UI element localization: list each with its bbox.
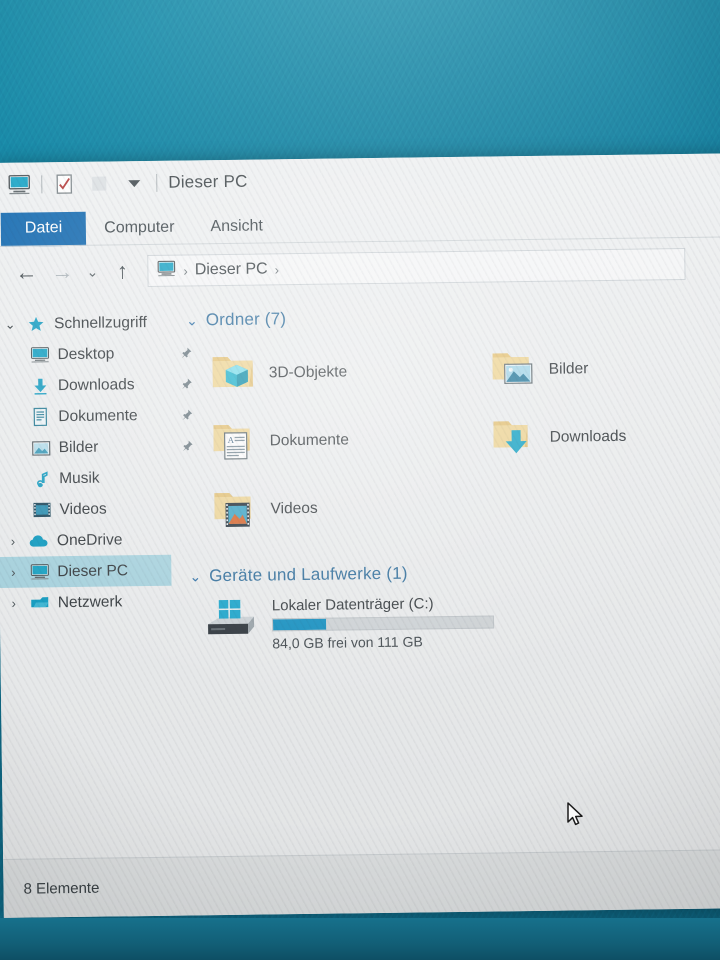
download-arrow-icon	[29, 376, 51, 396]
screen-bottom-edge	[0, 918, 720, 960]
toolbar-separator-2	[156, 173, 158, 192]
drive-usage-bar	[271, 615, 495, 632]
cloud-icon	[28, 531, 50, 551]
sidebar-item-onedrive[interactable]: › OneDrive	[0, 524, 171, 557]
properties-icon[interactable]	[51, 172, 77, 196]
folder-label: Dokumente	[269, 431, 350, 450]
sidebar-item-downloads[interactable]: Downloads	[0, 369, 192, 402]
sidebar-item-schnellzugriff[interactable]: ⌄ Schnellzugriff	[0, 307, 168, 340]
this-pc-icon[interactable]	[6, 173, 32, 197]
folder-pictures-icon	[488, 344, 539, 396]
sidebar-label: Schnellzugriff	[53, 313, 147, 332]
up-arrow-icon[interactable]: ↑	[105, 256, 139, 286]
status-item-count: 8 Elemente	[23, 879, 100, 898]
sidebar-item-netzwerk[interactable]: › Netzwerk	[0, 586, 172, 619]
breadcrumb[interactable]: › Dieser PC ›	[147, 247, 686, 287]
forward-arrow-icon: →	[51, 258, 74, 285]
chevron-right-icon[interactable]: ›	[6, 596, 22, 611]
folder-item-videos[interactable]: Videos	[184, 473, 465, 545]
folder-label: Downloads	[549, 427, 627, 446]
tab-ansicht[interactable]: Ansicht	[192, 211, 281, 244]
chevron-right-icon[interactable]: ›	[5, 534, 21, 549]
svg-text:A: A	[228, 434, 235, 444]
pin-star-icon	[25, 314, 47, 334]
monitor-icon	[28, 345, 50, 365]
sidebar-label: Bilder	[58, 438, 99, 456]
folder-item-bilder[interactable]: Bilder	[462, 333, 720, 405]
drive-item-local-disk-c[interactable]: Lokaler Datenträger (C:) 84,0 GB frei vo…	[186, 589, 720, 652]
address-bar: ← → ⌄ ↑ › Dieser PC ›	[0, 237, 720, 299]
breadcrumb-this-pc-icon	[156, 259, 176, 282]
folder-downloads-icon	[489, 412, 540, 464]
breadcrumb-item-dieser-pc[interactable]: Dieser PC	[195, 260, 268, 279]
sidebar-label: Desktop	[57, 344, 115, 363]
breadcrumb-separator-1[interactable]: ›	[183, 263, 188, 278]
navigation-pane: ⌄ Schnellzugriff Desktop Downloads Dokum…	[0, 297, 193, 859]
sidebar-item-musik[interactable]: Musik	[0, 462, 170, 495]
group-title: Ordner (7)	[205, 309, 287, 330]
sidebar-item-dieser-pc[interactable]: › Dieser PC	[0, 554, 172, 588]
sidebar-label: OneDrive	[56, 530, 123, 549]
picture-icon	[30, 438, 52, 458]
folder-documents-icon: A	[209, 416, 260, 468]
recent-locations-chevron-icon[interactable]: ⌄	[81, 257, 103, 287]
customize-dropdown-icon[interactable]	[121, 171, 147, 195]
group-title: Geräte und Laufwerke (1)	[209, 563, 408, 586]
sidebar-item-desktop[interactable]: Desktop	[0, 338, 192, 371]
back-arrow-icon[interactable]: ←	[9, 257, 43, 287]
drive-free-space-text: 84,0 GB frei von 111 GB	[272, 633, 423, 652]
monitor-icon	[28, 562, 50, 582]
breadcrumb-separator-2[interactable]: ›	[275, 262, 280, 277]
drive-label: Lokaler Datenträger (C:)	[271, 595, 434, 615]
group-header-geraete-und-laufwerke[interactable]: ⌄ Geräte und Laufwerke (1)	[189, 559, 720, 586]
sidebar-label: Dieser PC	[57, 561, 129, 580]
drive-usage-fill	[272, 618, 326, 631]
new-folder-icon[interactable]	[86, 171, 112, 195]
folder-label: 3D-Objekte	[268, 363, 348, 382]
tab-computer[interactable]: Computer	[86, 212, 193, 245]
window-body: ⌄ Schnellzugriff Desktop Downloads Dokum…	[0, 289, 720, 859]
folder-item-downloads[interactable]: Downloads	[463, 401, 720, 473]
folder-videos-icon	[210, 484, 261, 536]
tab-datei[interactable]: Datei	[0, 211, 87, 247]
windows-system-drive-icon	[202, 596, 261, 648]
music-note-icon	[30, 469, 52, 489]
folder-item-3d-objekte[interactable]: 3D-Objekte	[182, 337, 463, 409]
chevron-right-icon[interactable]: ›	[5, 565, 21, 580]
group-header-ordner[interactable]: ⌄ Ordner (7)	[186, 303, 720, 330]
sidebar-label: Downloads	[57, 375, 135, 394]
sidebar-label: Dokumente	[58, 406, 138, 425]
network-icon	[29, 593, 51, 613]
sidebar-item-videos[interactable]: Videos	[0, 493, 171, 526]
chevron-down-icon[interactable]: ⌄	[189, 568, 201, 585]
chevron-down-icon[interactable]: ⌄	[186, 312, 198, 329]
content-pane: ⌄ Ordner (7) 3D-Objekte Bilder A Dokumen…	[168, 289, 720, 856]
sidebar-item-bilder[interactable]: Bilder	[0, 431, 193, 464]
drive-details: Lokaler Datenträger (C:) 84,0 GB frei vo…	[272, 592, 495, 651]
film-strip-icon	[30, 500, 52, 520]
sidebar-item-dokumente[interactable]: Dokumente	[0, 400, 193, 433]
file-explorer-window: Dieser PC Datei Computer Ansicht ← → ⌄ ↑…	[0, 153, 720, 918]
folder-3d-objects-icon	[208, 348, 259, 400]
folder-label: Videos	[270, 499, 318, 518]
folder-grid: 3D-Objekte Bilder A Dokumente Downloads …	[182, 333, 720, 544]
folder-item-dokumente[interactable]: A Dokumente	[183, 405, 464, 477]
sidebar-label: Videos	[59, 500, 107, 518]
status-bar: 8 Elemente	[3, 849, 720, 918]
sidebar-label: Netzwerk	[57, 592, 123, 611]
chevron-down-icon[interactable]: ⌄	[2, 316, 18, 332]
document-icon	[29, 407, 51, 427]
toolbar-separator-1	[41, 175, 43, 194]
window-title: Dieser PC	[168, 171, 248, 192]
sidebar-label: Musik	[59, 469, 100, 487]
folder-label: Bilder	[548, 360, 589, 378]
